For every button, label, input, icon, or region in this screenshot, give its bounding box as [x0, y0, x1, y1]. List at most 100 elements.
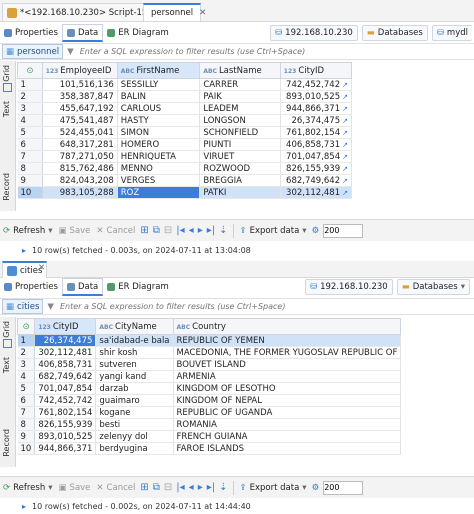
row-number[interactable]: 5 [17, 382, 36, 395]
grid-mode-tab[interactable]: Grid [2, 65, 11, 82]
cell-cityid[interactable]: 701,047,854 ↗ [280, 150, 353, 163]
row-number[interactable]: 6 [17, 394, 36, 407]
export-data-button[interactable]: ⇪ Export data ▾ [237, 479, 310, 497]
cell-country[interactable]: REPUBLIC OF UGANDA [173, 406, 402, 419]
tab-data[interactable]: Data [61, 278, 104, 296]
cell-cityname[interactable]: kogane [95, 406, 174, 419]
cancel-button[interactable]: ✕ Cancel [93, 479, 138, 497]
row-number[interactable]: 7 [17, 150, 43, 163]
row-number[interactable]: 4 [17, 370, 36, 383]
foreign-key-link-icon[interactable]: ↗ [342, 141, 348, 149]
cell-country[interactable]: KINGDOM OF LESOTHO [173, 382, 402, 395]
record-mode-tab[interactable]: Record [2, 173, 11, 201]
table-row[interactable]: 10 944,866,371 berdyugina FAROE ISLANDS [17, 442, 402, 455]
cell-cityid[interactable]: 893,010,525 ↗ [280, 90, 353, 103]
table-row[interactable]: 10 983,105,288 ROZ PATKI 302,112,481 ↗ [17, 186, 353, 199]
foreign-key-link-icon[interactable]: ↗ [342, 93, 348, 101]
cancel-button[interactable]: ✕ Cancel [93, 222, 138, 240]
cell-cityid[interactable]: 406,858,731 [34, 358, 97, 371]
cell-firstname[interactable]: HOMERO [117, 138, 201, 151]
save-button[interactable]: ▣ Save [56, 222, 94, 240]
table-row[interactable]: 4 682,749,642 yangi kand ARMENIA [17, 370, 402, 383]
last-row-icon[interactable]: ▸| [205, 482, 217, 493]
foreign-key-link-icon[interactable]: ↗ [342, 189, 348, 197]
previous-row-icon[interactable]: ◂ [187, 225, 196, 236]
table-row[interactable]: 9 824,043,208 VERGES BREGGIA 682,749,642 ↗ [17, 174, 353, 187]
cell-firstname[interactable]: VERGES [117, 174, 201, 187]
cell-firstname[interactable]: HENRIQUETA [117, 150, 201, 163]
column-header-firstname[interactable]: ABC FirstName [116, 62, 201, 79]
table-row[interactable]: 2 358,387,847 BALIN PAIK 893,010,525 ↗ [17, 90, 353, 103]
cell-employeeid[interactable]: 983,105,288 [42, 186, 118, 199]
table-row[interactable]: 8 815,762,486 MENNO ROZWOOD 826,155,939 ↗ [17, 162, 353, 175]
cell-lastname[interactable]: PIUNTI [199, 138, 281, 151]
row-number[interactable]: 3 [17, 102, 43, 115]
chevron-down-icon[interactable]: ▾ [461, 282, 465, 292]
row-number[interactable]: 9 [17, 174, 43, 187]
settings-icon[interactable]: ⚙ [310, 226, 322, 236]
next-row-icon[interactable]: ▸ [196, 225, 205, 236]
cell-cityid[interactable]: 682,749,642 ↗ [280, 174, 353, 187]
foreign-key-link-icon[interactable]: ↗ [342, 105, 348, 113]
row-number[interactable]: 1 [17, 78, 43, 91]
cell-employeeid[interactable]: 475,541,487 [42, 114, 118, 127]
cell-cityid[interactable]: 826,155,939 ↗ [280, 162, 353, 175]
cell-country[interactable]: FRENCH GUIANA [173, 430, 402, 443]
tab-er-diagram[interactable]: ER Diagram [103, 24, 172, 42]
settings-icon[interactable]: ⚙ [310, 483, 322, 493]
foreign-key-link-icon[interactable]: ↗ [342, 117, 348, 125]
cell-cityid[interactable]: 682,749,642 [34, 370, 97, 383]
cell-cityid[interactable]: 944,866,371 [34, 442, 97, 455]
cell-lastname[interactable]: BREGGIA [199, 174, 281, 187]
delete-row-icon[interactable]: ⊟ [162, 225, 174, 236]
connection-selector[interactable]: ⛁ 192.168.10.230 [270, 25, 358, 41]
cell-cityid[interactable]: 761,802,154 ↗ [280, 126, 353, 139]
row-number[interactable]: 2 [17, 346, 36, 359]
cell-cityid[interactable]: 701,047,854 [34, 382, 97, 395]
cell-cityid[interactable]: 26,374,475 [34, 334, 97, 347]
add-row-icon[interactable]: ⊞ [138, 482, 150, 493]
cell-country[interactable]: MACEDONIA, THE FORMER YUGOSLAV REPUBLIC … [173, 346, 402, 359]
cell-cityid[interactable]: 302,112,481 [34, 346, 97, 359]
cell-lastname[interactable]: VIRUET [199, 150, 281, 163]
cell-cityname[interactable]: darzab [95, 382, 174, 395]
cell-cityid[interactable]: 826,155,939 [34, 418, 97, 431]
column-header-cityid[interactable]: 123 CityID [34, 318, 97, 335]
text-mode-tab[interactable]: Text [2, 357, 11, 373]
next-row-icon[interactable]: ▸ [196, 482, 205, 493]
cell-cityname[interactable]: berdyugina [95, 442, 174, 455]
row-number[interactable]: 4 [17, 114, 43, 127]
close-icon[interactable]: ✕ [199, 8, 206, 18]
close-icon[interactable]: ✕ [38, 263, 45, 273]
cell-lastname[interactable]: PAIK [199, 90, 281, 103]
row-number[interactable]: 10 [17, 186, 43, 199]
foreign-key-link-icon[interactable]: ↗ [342, 129, 348, 137]
row-number[interactable]: 10 [17, 442, 36, 455]
cell-lastname[interactable]: LONGSON [199, 114, 281, 127]
cell-lastname[interactable]: CARRER [199, 78, 281, 91]
chevron-down-icon[interactable]: ▾ [48, 226, 52, 236]
cell-lastname[interactable]: PATKI [199, 186, 281, 199]
row-number[interactable]: 6 [17, 138, 43, 151]
record-mode-tab[interactable]: Record [2, 429, 11, 457]
cell-cityid[interactable]: 742,452,742 [34, 394, 97, 407]
cell-firstname[interactable]: BALIN [117, 90, 201, 103]
cell-employeeid[interactable]: 455,647,192 [42, 102, 118, 115]
row-number[interactable]: 9 [17, 430, 36, 443]
cell-cityid[interactable]: 406,858,731 ↗ [280, 138, 353, 151]
select-all-corner[interactable]: ⊙ [16, 318, 36, 335]
grid-icon[interactable] [3, 83, 12, 92]
cell-country[interactable]: FAROE ISLANDS [173, 442, 402, 455]
cell-country[interactable]: ROMANIA [173, 418, 402, 431]
table-row[interactable]: 1 101,516,136 SESSILLY CARRER 742,452,742 ↗ [17, 78, 353, 91]
results-grid-2[interactable]: ⊙ 123 CityID ABC CityName ABC Country 1 26,3… [16, 318, 402, 455]
copy-row-icon[interactable]: ⧉ [151, 482, 162, 493]
table-row[interactable]: 5 701,047,854 darzab KINGDOM OF LESOTHO [17, 382, 402, 395]
row-number[interactable]: 5 [17, 126, 43, 139]
table-row[interactable]: 7 787,271,050 HENRIQUETA VIRUET 701,047,854 ↗ [17, 150, 353, 163]
tab-er-diagram[interactable]: ER Diagram [103, 278, 172, 296]
cell-country[interactable]: KINGDOM OF NEPAL [173, 394, 402, 407]
save-button[interactable]: ▣ Save [56, 479, 94, 497]
row-number[interactable]: 3 [17, 358, 36, 371]
foreign-key-link-icon[interactable]: ↗ [342, 177, 348, 185]
